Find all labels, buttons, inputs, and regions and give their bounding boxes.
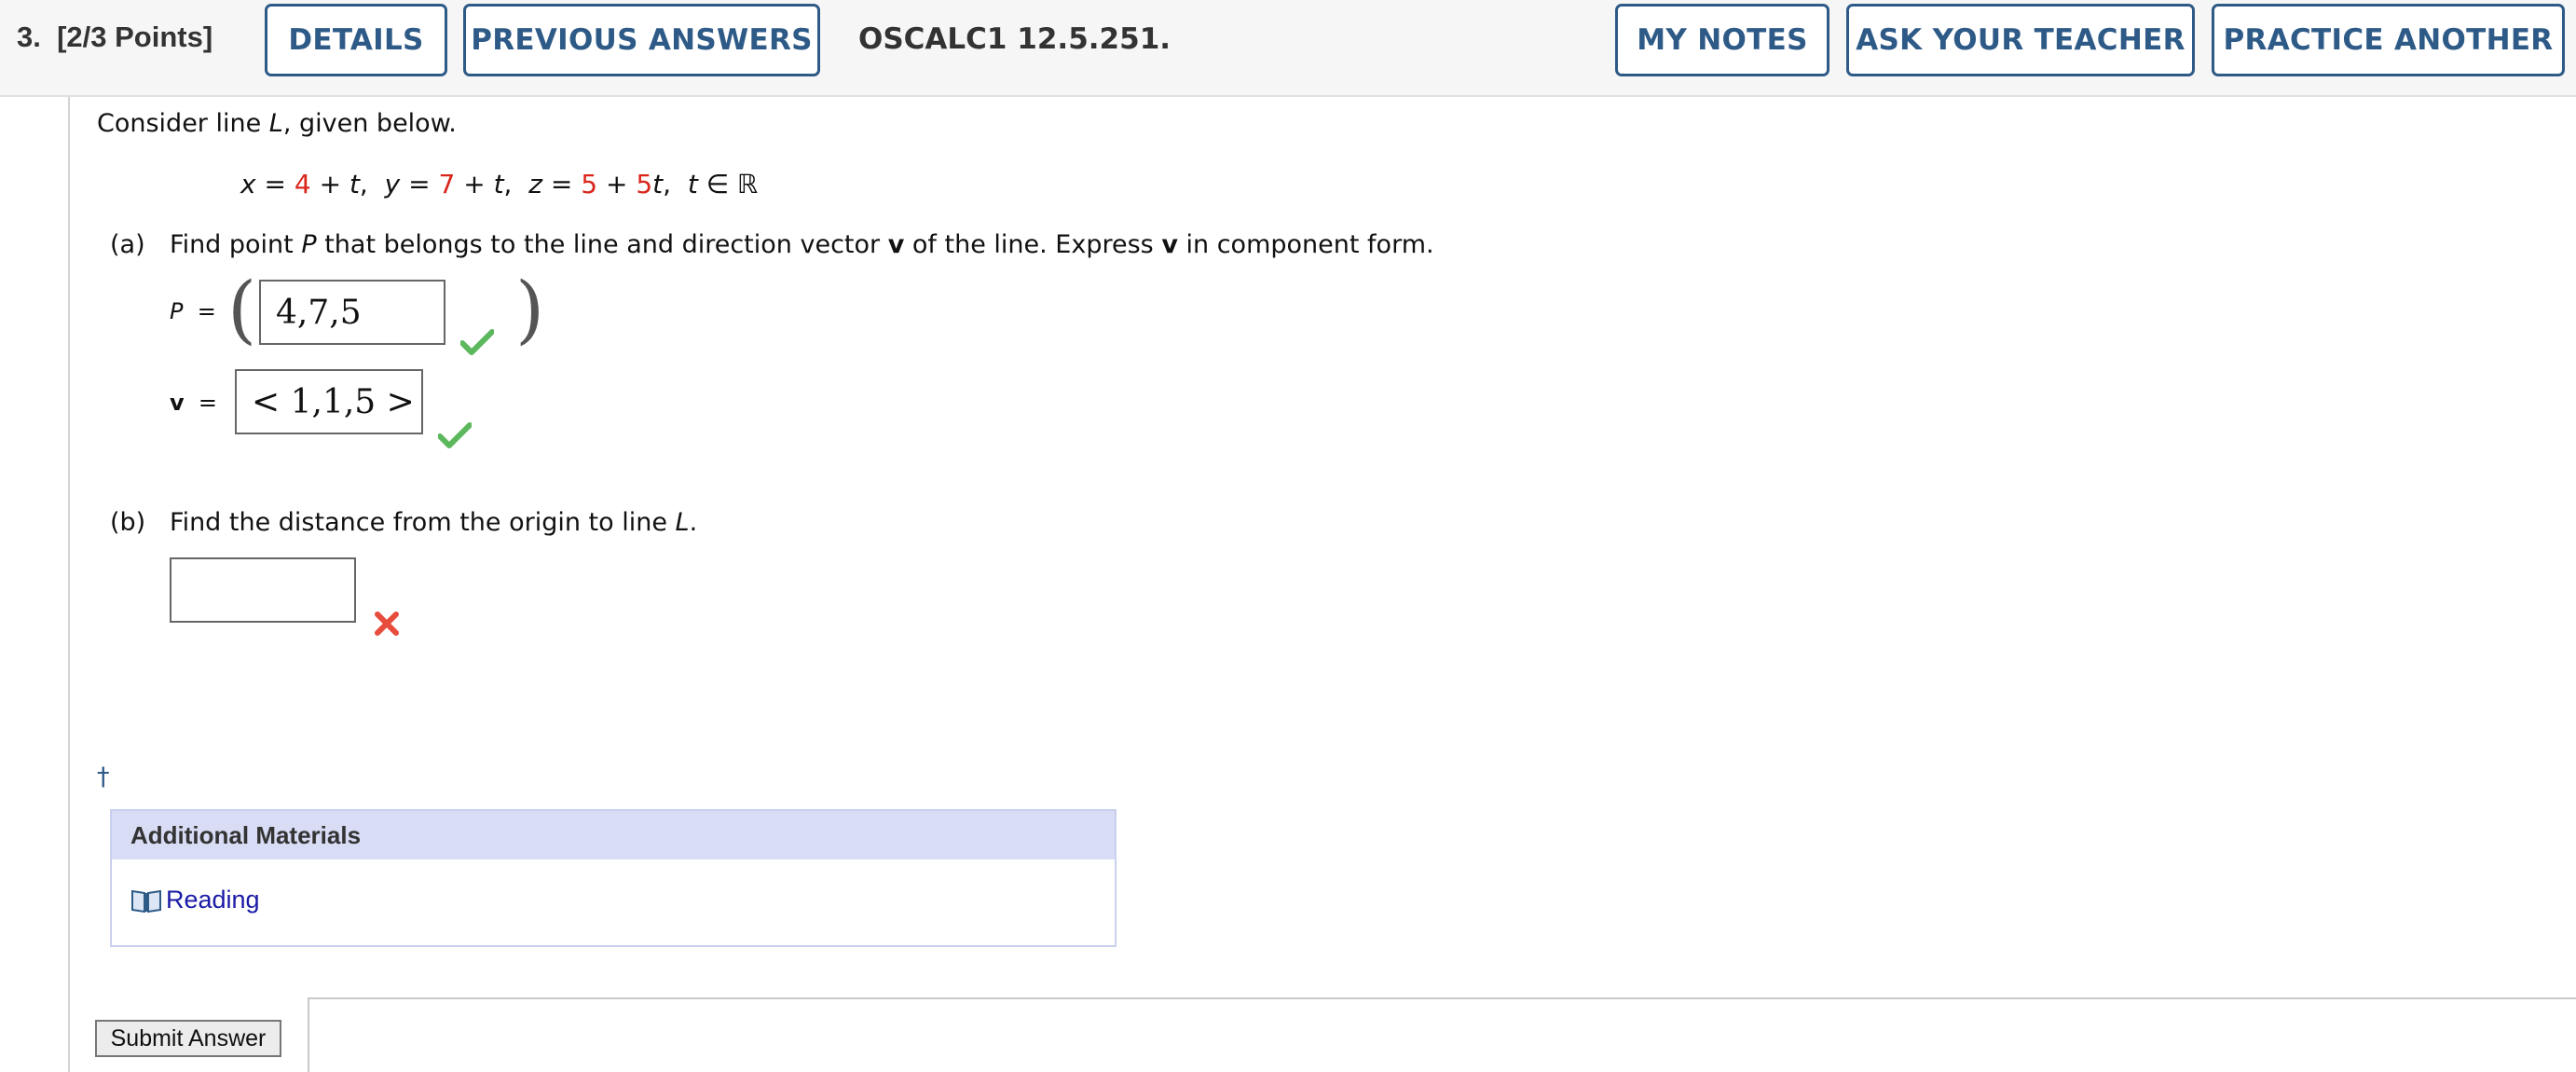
ask-teacher-button[interactable]: ASK YOUR TEACHER bbox=[1846, 4, 2195, 76]
reading-label[interactable]: Reading bbox=[166, 886, 260, 914]
p-label: P = bbox=[170, 298, 216, 324]
practice-another-button[interactable]: PRACTICE ANOTHER bbox=[2212, 4, 2565, 76]
previous-answers-button[interactable]: PREVIOUS ANSWERS bbox=[463, 4, 820, 76]
reading-link[interactable]: Reading bbox=[130, 886, 260, 914]
right-paren: ) bbox=[515, 266, 545, 352]
problem-code: OSCALC1 12.5.251. bbox=[858, 22, 1172, 56]
submit-answer-button[interactable]: Submit Answer bbox=[95, 1020, 281, 1057]
details-button[interactable]: DETAILS bbox=[265, 4, 447, 76]
part-a-label: (a) bbox=[110, 230, 145, 259]
part-a-question: Find point P that belongs to the line an… bbox=[170, 230, 1434, 259]
content-border bbox=[68, 97, 70, 1072]
additional-materials-title: Additional Materials bbox=[112, 811, 1115, 859]
footer-area bbox=[308, 997, 2576, 1072]
problem-intro: Consider line L, given below. bbox=[97, 109, 457, 138]
part-b-question: Find the distance from the origin to lin… bbox=[170, 508, 698, 537]
part-b-label: (b) bbox=[110, 508, 146, 537]
question-header: 3. [2/3 Points] DETAILS PREVIOUS ANSWERS… bbox=[0, 0, 2576, 97]
vector-v-input[interactable]: < 1,1,5 > bbox=[235, 369, 423, 434]
v-label: v = bbox=[170, 390, 218, 416]
question-title: 3. [2/3 Points] bbox=[17, 21, 213, 53]
my-notes-button[interactable]: MY NOTES bbox=[1615, 4, 1829, 76]
line-equation: x = 4 + t, y = 7 + t, z = 5 + 5t, t ∈ ℝ bbox=[240, 169, 759, 199]
dagger-mark: † bbox=[97, 763, 110, 791]
incorrect-icon bbox=[375, 612, 399, 636]
check-icon bbox=[438, 422, 472, 448]
additional-materials-panel: Additional Materials Reading bbox=[110, 809, 1117, 947]
book-icon bbox=[131, 889, 161, 913]
point-p-input[interactable]: 4,7,5 bbox=[259, 280, 445, 345]
check-icon bbox=[460, 329, 494, 355]
distance-input[interactable] bbox=[170, 557, 356, 623]
left-paren: ( bbox=[227, 266, 257, 352]
